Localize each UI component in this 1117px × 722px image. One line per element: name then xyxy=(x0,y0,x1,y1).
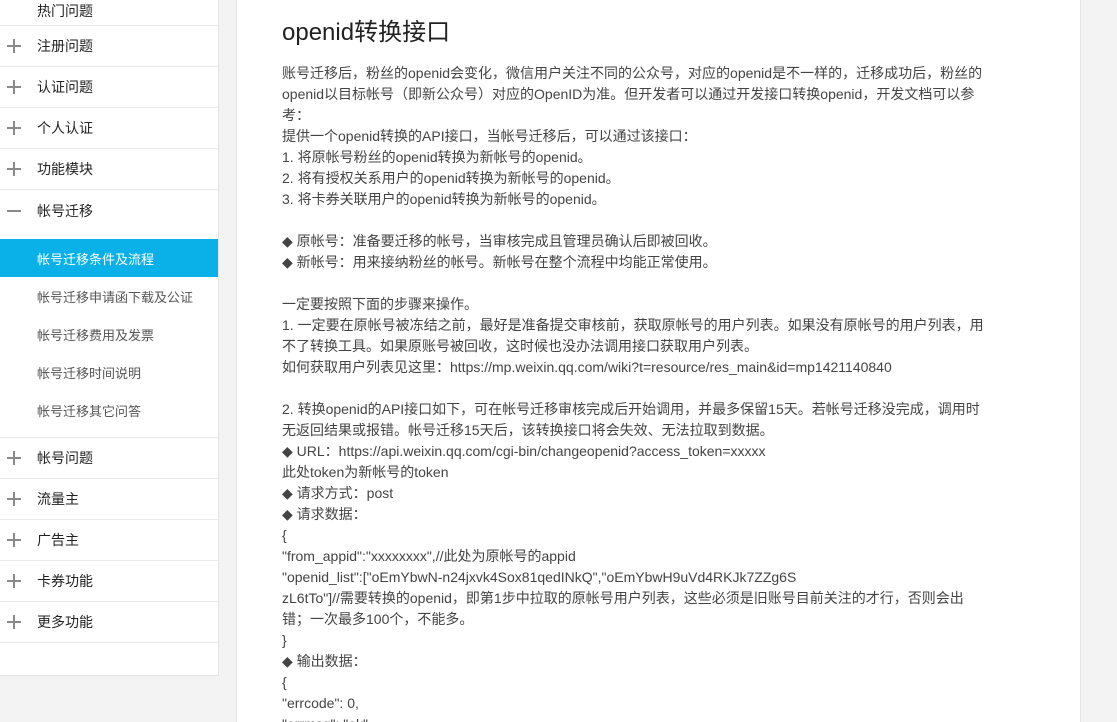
sidebar-item[interactable]: 广告主 xyxy=(0,520,218,561)
plus-icon xyxy=(7,80,21,94)
article-line: } xyxy=(282,632,287,648)
article-line: ◆ 请求方式：post xyxy=(282,485,394,501)
sidebar-item-label: 帐号迁移 xyxy=(37,202,93,219)
article-line: openid以目标帐号（即新公众号）对应的OpenID为准。但开发者可以通过开发… xyxy=(282,86,975,102)
sidebar-subitem[interactable]: 帐号迁移时间说明 xyxy=(0,353,218,391)
sidebar-item[interactable]: 流量主 xyxy=(0,479,218,520)
article-line xyxy=(282,210,1042,231)
article-line: 3. 将卡券关联用户的openid转换为新帐号的openid。 xyxy=(282,191,606,207)
sidebar-item-label: 热门问题 xyxy=(37,3,93,19)
article-line: 考： xyxy=(282,107,310,123)
article-line: ◆ 原帐号：准备要迁移的帐号，当审核完成且管理员确认后即被回收。 xyxy=(282,233,717,249)
sidebar-item-label: 注册问题 xyxy=(37,38,93,54)
sidebar-item-label: 认证问题 xyxy=(37,79,93,95)
help-page: 热门问题 注册问题认证问题个人认证功能模块 帐号迁移 帐号迁移条件及流程 帐号迁移… xyxy=(0,0,1117,722)
sidebar-item[interactable]: 帐号问题 xyxy=(0,438,218,479)
plus-icon xyxy=(7,574,21,588)
sidebar-item-account-migration[interactable]: 帐号迁移 xyxy=(0,190,218,231)
article-line: 2. 转换openid的API接口如下，可在帐号迁移审核完成后开始调用，并最多保… xyxy=(282,401,980,417)
sidebar-item-label: 流量主 xyxy=(37,491,79,507)
sidebar: 热门问题 注册问题认证问题个人认证功能模块 帐号迁移 帐号迁移条件及流程 帐号迁移… xyxy=(0,0,219,676)
article-line: 此处token为新帐号的token xyxy=(282,464,449,480)
sidebar-item-label: 更多功能 xyxy=(37,614,93,630)
plus-icon xyxy=(7,492,21,506)
article-line xyxy=(282,273,1042,294)
sidebar-item[interactable]: 认证问题 xyxy=(0,67,218,108)
article-line: ◆ 请求数据： xyxy=(282,506,367,522)
sidebar-item-hot-questions[interactable]: 热门问题 xyxy=(0,0,218,26)
article-line: "openid_list":["oEmYbwN-n24jxvk4Sox81qed… xyxy=(282,569,797,585)
page-title: openid转换接口 xyxy=(282,19,451,46)
article-line: 不了转换工具。如果原账号被回收，这时候也没办法调用接口获取用户列表。 xyxy=(282,338,758,354)
article-line: 2. 将有授权关系用户的openid转换为新帐号的openid。 xyxy=(282,170,620,186)
article-line: 错；一次最多100个，不能多。 xyxy=(282,611,474,627)
plus-icon xyxy=(7,615,21,629)
plus-icon xyxy=(7,533,21,547)
article-line: 1. 将原帐号粉丝的openid转换为新帐号的openid。 xyxy=(282,149,592,165)
plus-icon xyxy=(7,121,21,135)
article-body: 账号迁移后，粉丝的openid会变化，微信用户关注不同的公众号，对应的openi… xyxy=(282,63,1042,722)
article-line: ◆ 输出数据： xyxy=(282,653,367,669)
article-line: { xyxy=(282,674,287,690)
article-line: "errcode": 0, xyxy=(282,695,359,711)
article-line: 无返回结果或报错。帐号迁移15天后，该转换接口将会失效、无法拉取到数据。 xyxy=(282,422,774,438)
sidebar-item-label: 功能模块 xyxy=(37,161,93,177)
article-line: { xyxy=(282,527,287,543)
article-line: zL6tTo"]//需要转换的openid，即第1步中拉取的原帐号用户列表，这些… xyxy=(282,590,964,606)
article-line xyxy=(282,378,1042,399)
plus-icon xyxy=(7,39,21,53)
sidebar-item-label: 广告主 xyxy=(37,532,79,548)
article-line: "errmsg": "ok", xyxy=(282,714,1042,722)
minus-icon xyxy=(7,204,21,218)
sidebar-subitem[interactable]: 帐号迁移费用及发票 xyxy=(0,315,218,353)
plus-icon xyxy=(7,451,21,465)
article-line: 账号迁移后，粉丝的openid会变化，微信用户关注不同的公众号，对应的openi… xyxy=(282,65,983,81)
sidebar-subitem[interactable]: 帐号迁移申请函下载及公证 xyxy=(0,277,218,315)
article-line: 如何获取用户列表见这里：https://mp.weixin.qq.com/wik… xyxy=(282,359,892,375)
sidebar-item-label: 帐号问题 xyxy=(37,450,93,466)
article-line: "from_appid":"xxxxxxxx",//此处为原帐号的appid xyxy=(282,548,576,564)
sidebar-item[interactable]: 卡券功能 xyxy=(0,561,218,602)
article-line: ◆ URL：https://api.weixin.qq.com/cgi-bin/… xyxy=(282,443,766,459)
sidebar-subitem-active[interactable]: 帐号迁移条件及流程 xyxy=(0,239,218,277)
article-line: ◆ 新帐号：用来接纳粉丝的帐号。新帐号在整个流程中均能正常使用。 xyxy=(282,254,717,270)
sidebar-item[interactable]: 个人认证 xyxy=(0,108,218,149)
article-line: 1. 一定要在原帐号被冻结之前，最好是准备提交审核前，获取原帐号的用户列表。如果… xyxy=(282,317,984,333)
sidebar-item-label: 个人认证 xyxy=(37,120,93,136)
sidebar-item-label: 卡券功能 xyxy=(37,573,93,589)
submenu: 帐号迁移条件及流程 帐号迁移申请函下载及公证 帐号迁移费用及发票 帐号迁移时间说明 帐号… xyxy=(0,231,218,438)
sidebar-item[interactable]: 功能模块 xyxy=(0,149,218,190)
plus-icon xyxy=(7,162,21,176)
main-content: openid转换接口 账号迁移后，粉丝的openid会变化，微信用户关注不同的公… xyxy=(236,0,1081,722)
article-line: 提供一个openid转换的API接口，当帐号迁移后，可以通过该接口： xyxy=(282,128,697,144)
article-line: 一定要按照下面的步骤来操作。 xyxy=(282,296,478,312)
sidebar-item[interactable]: 注册问题 xyxy=(0,26,218,67)
sidebar-subitem[interactable]: 帐号迁移其它问答 xyxy=(0,391,218,429)
sidebar-item[interactable]: 更多功能 xyxy=(0,602,218,643)
